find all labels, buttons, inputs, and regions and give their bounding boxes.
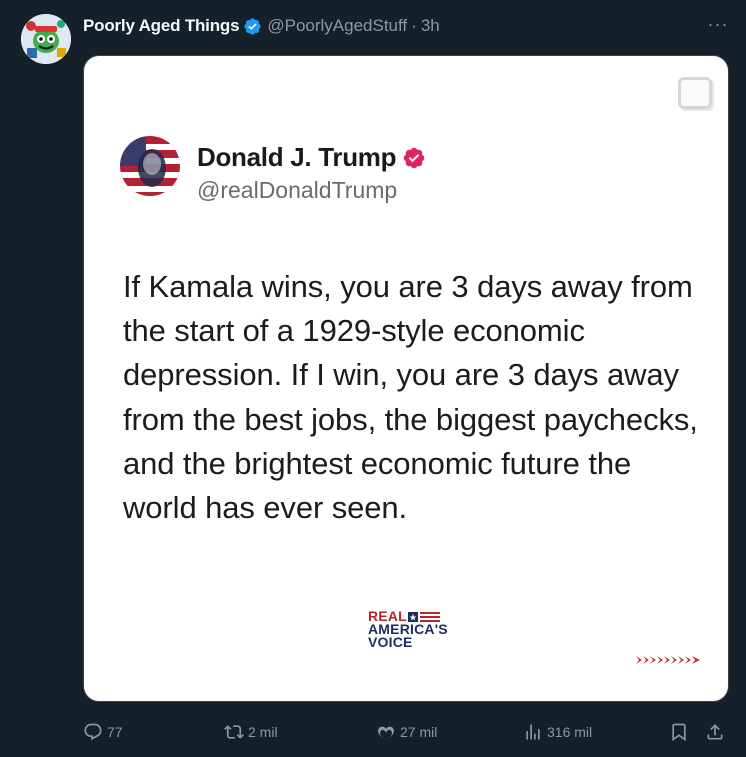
views-count: 316 mil bbox=[547, 724, 593, 740]
embedded-author-name: Donald J. Trump bbox=[197, 142, 426, 173]
repost-icon bbox=[224, 725, 244, 739]
cartoon-avatar-icon bbox=[21, 14, 71, 64]
views-icon bbox=[526, 724, 540, 740]
embedded-verified-badge-icon bbox=[402, 146, 426, 170]
tweet-header: Poorly Aged Things @PoorlyAgedStuff · 3h bbox=[83, 14, 440, 38]
flag-portrait-icon bbox=[120, 136, 180, 196]
repost-button[interactable]: 2 mil bbox=[224, 718, 278, 746]
repost-count: 2 mil bbox=[248, 724, 278, 740]
author-avatar[interactable] bbox=[21, 14, 71, 64]
arrow-stripes-icon bbox=[636, 656, 700, 664]
bookmark-icon bbox=[672, 723, 686, 742]
embedded-author-avatar bbox=[120, 136, 180, 196]
like-count: 27 mil bbox=[400, 724, 438, 740]
heart-icon bbox=[377, 726, 395, 741]
flag-icon bbox=[408, 612, 440, 622]
embedded-post-text: If Kamala wins, you are 3 days away from… bbox=[123, 269, 698, 526]
reply-button[interactable]: 77 bbox=[83, 718, 123, 746]
verified-badge-icon bbox=[243, 17, 262, 36]
author-handle[interactable]: @PoorlyAgedStuff bbox=[267, 16, 407, 36]
share-icon bbox=[707, 724, 723, 740]
post-time[interactable]: 3h bbox=[421, 16, 440, 36]
bookmark-button[interactable] bbox=[669, 718, 693, 746]
reply-count: 77 bbox=[107, 724, 123, 740]
share-button[interactable] bbox=[705, 718, 729, 746]
more-options-icon[interactable]: ··· bbox=[706, 12, 730, 36]
views-button[interactable]: 316 mil bbox=[523, 718, 592, 746]
author-display-name[interactable]: Poorly Aged Things bbox=[83, 16, 240, 36]
tweet[interactable]: Poorly Aged Things @PoorlyAgedStuff · 3h… bbox=[0, 0, 746, 757]
embedded-author-handle: @realDonaldTrump bbox=[197, 177, 398, 203]
embedded-author-name-text: Donald J. Trump bbox=[197, 142, 397, 172]
reply-icon bbox=[84, 723, 102, 741]
media-card[interactable]: Donald J. Trump @realDonaldTrump If Kama… bbox=[83, 55, 729, 702]
more-options-label: ··· bbox=[707, 13, 729, 34]
real-americas-voice-logo: REAL AMERICA'S VOICE bbox=[368, 609, 468, 662]
square-overlay-icon bbox=[678, 77, 712, 109]
like-button[interactable]: 27 mil bbox=[376, 718, 437, 746]
watermark-line-3: VOICE bbox=[368, 634, 413, 650]
separator-dot: · bbox=[411, 16, 417, 35]
action-bar: 77 2 mil 27 mil 316 mil bbox=[83, 718, 729, 746]
